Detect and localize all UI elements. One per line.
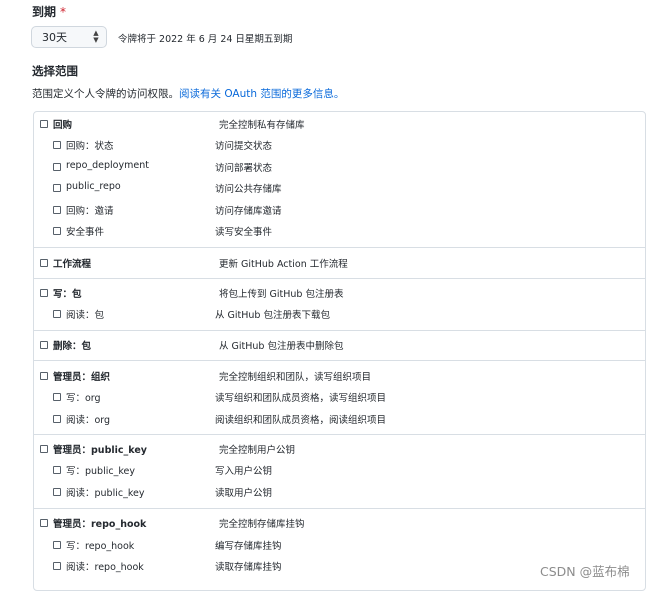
scope-checkbox[interactable] <box>40 259 48 267</box>
expiration-select-value: 30天 <box>42 31 67 44</box>
scopes-description-text: 范围定义个人令牌的访问权限。 <box>32 88 179 100</box>
scope-checkbox[interactable] <box>53 310 61 318</box>
scope-description: 完全控制用户公钥 <box>219 445 296 456</box>
scope-description: 写入用户公钥 <box>215 466 273 477</box>
scope-group-divider <box>34 508 645 509</box>
scope-checkbox[interactable] <box>53 206 61 214</box>
scope-description: 阅读组织和团队成员资格，阅读组织项目 <box>215 415 387 426</box>
scope-group-divider <box>34 247 645 248</box>
scope-label[interactable]: 阅读：repo_hook <box>66 559 144 573</box>
scopes-title: 选择范围 <box>32 64 78 78</box>
scope-checkbox[interactable] <box>53 415 61 423</box>
scope-description: 读取存储库挂钩 <box>215 562 282 573</box>
scope-checkbox[interactable] <box>40 445 48 453</box>
scope-label[interactable]: 工作流程 <box>53 256 91 270</box>
scope-checkbox[interactable] <box>40 372 48 380</box>
scope-label[interactable]: 写：org <box>66 390 101 404</box>
scope-label[interactable]: 阅读：包 <box>66 307 104 321</box>
scope-description: 访问提交状态 <box>215 141 273 152</box>
expiration-note: 令牌将于 2022 年 6 月 24 日星期五到期 <box>118 34 293 45</box>
scope-checkbox[interactable] <box>53 488 61 496</box>
scope-description: 读取用户公钥 <box>215 488 273 499</box>
expiration-label: 到期 * <box>32 3 66 20</box>
scope-checkbox[interactable] <box>53 163 61 171</box>
chevron-up-down-icon: ▲ ▼ <box>93 29 99 44</box>
scope-description: 将包上传到 GitHub 包注册表 <box>219 289 344 300</box>
scope-description: 编写存储库挂钩 <box>215 541 282 552</box>
scope-group-divider <box>34 278 645 279</box>
scope-label[interactable]: repo_deployment <box>66 160 149 171</box>
scope-description: 完全控制存储库挂钩 <box>219 519 305 530</box>
expiration-select[interactable]: 30天 ▲ ▼ <box>31 26 107 48</box>
scope-label[interactable]: 回购：邀请 <box>66 203 114 217</box>
scope-label[interactable]: 管理员：组织 <box>53 369 110 383</box>
scope-group-divider <box>34 360 645 361</box>
scope-checkbox[interactable] <box>53 541 61 549</box>
scope-group-divider <box>34 330 645 331</box>
scope-description: 完全控制组织和团队，读写组织项目 <box>219 372 372 383</box>
scope-checkbox[interactable] <box>40 120 48 128</box>
scope-description: 访问公共存储库 <box>215 184 282 195</box>
scope-description: 访问部署状态 <box>215 163 273 174</box>
scope-description: 访问存储库邀请 <box>215 206 282 217</box>
scope-checkbox[interactable] <box>40 289 48 297</box>
scope-label[interactable]: 删除：包 <box>53 338 91 352</box>
scope-checkbox[interactable] <box>53 562 61 570</box>
scope-group-divider <box>34 434 645 435</box>
scope-checkbox[interactable] <box>53 393 61 401</box>
scope-checkbox[interactable] <box>53 466 61 474</box>
scope-description: 完全控制私有存储库 <box>219 120 305 131</box>
scope-checkbox[interactable] <box>40 519 48 527</box>
scope-description: 从 GitHub 包注册表下载包 <box>215 310 330 321</box>
scope-label[interactable]: 回购 <box>53 117 72 131</box>
scope-checkbox[interactable] <box>53 141 61 149</box>
expiration-label-text: 到期 <box>32 5 57 19</box>
scope-label[interactable]: 安全事件 <box>66 224 104 238</box>
scope-checkbox[interactable] <box>53 184 61 192</box>
scope-label[interactable]: 写：public_key <box>66 463 135 477</box>
scope-description: 读写组织和团队成员资格，读写组织项目 <box>215 393 387 404</box>
scope-label[interactable]: 写：包 <box>53 286 82 300</box>
scope-checkbox[interactable] <box>53 227 61 235</box>
scope-label[interactable]: 管理员：public_key <box>53 442 147 456</box>
scope-label[interactable]: 阅读：public_key <box>66 485 144 499</box>
watermark: CSDN @蓝布棉 <box>540 564 630 579</box>
required-mark: * <box>60 5 67 19</box>
scope-description: 读写安全事件 <box>215 227 273 238</box>
scope-description: 从 GitHub 包注册表中删除包 <box>219 341 344 352</box>
scopes-description: 范围定义个人令牌的访问权限。阅读有关 OAuth 范围的更多信息。 <box>32 86 344 101</box>
scope-description: 更新 GitHub Action 工作流程 <box>219 259 348 270</box>
scope-label[interactable]: 管理员：repo_hook <box>53 516 146 530</box>
scope-checkbox[interactable] <box>40 341 48 349</box>
scope-label[interactable]: 回购：状态 <box>66 138 114 152</box>
scope-label[interactable]: public_repo <box>66 181 121 192</box>
oauth-scopes-link[interactable]: 阅读有关 OAuth 范围的更多信息。 <box>179 88 344 100</box>
scope-label[interactable]: 阅读：org <box>66 412 110 426</box>
scope-label[interactable]: 写：repo_hook <box>66 538 134 552</box>
